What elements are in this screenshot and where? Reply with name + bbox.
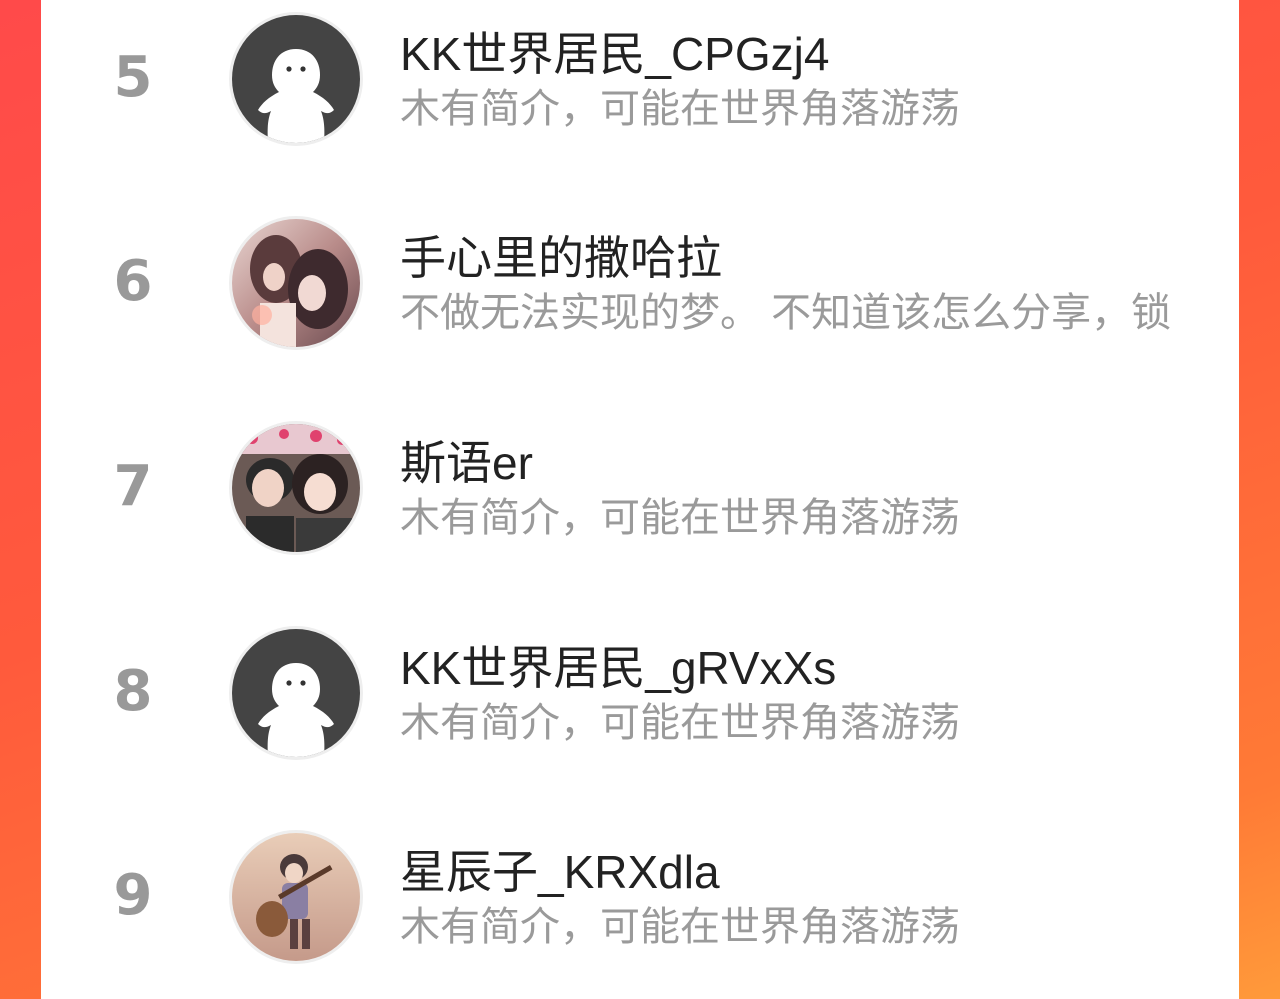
list-item-rank-8[interactable]: 8 KK世界居民_gRVxXs 木有简介，可能在世界角落游荡: [41, 626, 1239, 786]
user-bio: 木有简介，可能在世界角落游荡: [400, 496, 960, 540]
anime-couple-avatar[interactable]: [229, 216, 363, 350]
user-bio: 不做无法实现的梦。 不知道该怎么分享，锁: [400, 291, 1172, 335]
user-name[interactable]: KK世界居民_CPGzj4: [400, 26, 829, 82]
user-bio: 木有简介，可能在世界角落游荡: [400, 87, 960, 131]
user-bio: 木有简介，可能在世界角落游荡: [400, 701, 960, 745]
list-item-rank-9[interactable]: 9 星辰子_KRXdla 木有简介，可能在世界角落游荡: [41, 830, 1239, 990]
list-item-rank-6[interactable]: 6 手心里的撒哈拉 不做无法实现的梦。 不知道该怎么分享，锁: [41, 216, 1239, 376]
rank-number: 8: [113, 659, 153, 724]
user-name[interactable]: 斯语er: [400, 435, 533, 491]
default-avatar-icon[interactable]: [229, 626, 363, 760]
guitar-girl-avatar[interactable]: [229, 830, 363, 964]
default-avatar-icon[interactable]: [229, 12, 363, 146]
user-name[interactable]: 手心里的撒哈拉: [400, 230, 722, 286]
rank-number: 6: [113, 249, 153, 314]
rank-number: 7: [113, 454, 153, 519]
rank-number: 9: [113, 863, 153, 928]
list-item-rank-5[interactable]: 5 KK世界居民_CPGzj4 木有简介，可能在世界角落游荡: [41, 12, 1239, 172]
user-name[interactable]: 星辰子_KRXdla: [400, 844, 720, 900]
list-item-rank-7[interactable]: 7 斯语er 木有简介，可能在世界角落游荡: [41, 421, 1239, 581]
user-name[interactable]: KK世界居民_gRVxXs: [400, 640, 836, 696]
couple-selfie-avatar[interactable]: [229, 421, 363, 555]
rank-number: 5: [113, 45, 153, 110]
user-bio: 木有简介，可能在世界角落游荡: [400, 905, 960, 949]
ranking-list: 5 KK世界居民_CPGzj4 木有简介，可能在世界角落游荡 6 手心里的撒哈拉…: [41, 0, 1239, 999]
